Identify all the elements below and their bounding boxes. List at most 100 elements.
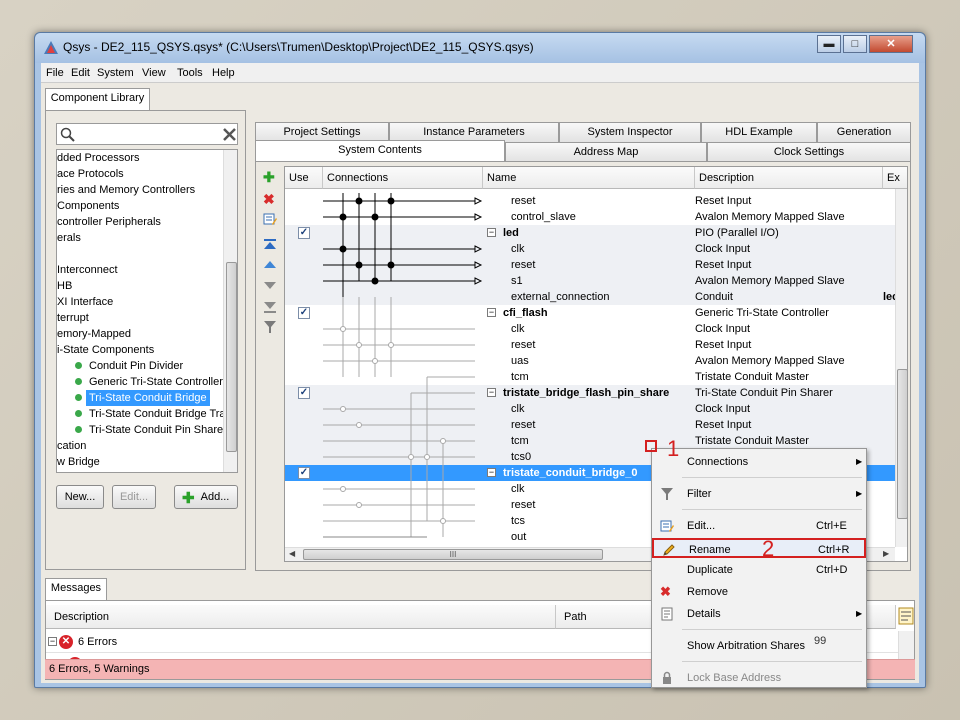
- tree-item[interactable]: emory-Mapped: [57, 326, 131, 342]
- menu-system[interactable]: System: [97, 67, 134, 79]
- connection-dot[interactable]: [388, 342, 394, 348]
- menu-help[interactable]: Help: [212, 67, 235, 79]
- move-top-icon[interactable]: [263, 238, 277, 252]
- title-bar[interactable]: Qsys - DE2_115_QSYS.qsys* (C:\Users\Trum…: [35, 33, 925, 63]
- minimize-button[interactable]: ▬: [817, 35, 841, 53]
- tab-generation[interactable]: Generation: [817, 122, 911, 142]
- tab-hdl-example[interactable]: HDL Example: [701, 122, 817, 142]
- add-icon[interactable]: ✚: [263, 170, 277, 184]
- tree-item[interactable]: i-State Components: [57, 342, 154, 358]
- collapse-icon[interactable]: −: [487, 308, 496, 317]
- connection-dot[interactable]: [424, 454, 430, 460]
- new-button[interactable]: New...: [56, 485, 104, 509]
- connection-dot[interactable]: [371, 277, 379, 285]
- maximize-button[interactable]: □: [843, 35, 867, 53]
- library-search-input[interactable]: [56, 123, 238, 145]
- edit-icon[interactable]: [263, 212, 277, 226]
- connection-dot[interactable]: [355, 261, 363, 269]
- menu-item-details[interactable]: Details ▶: [652, 604, 866, 624]
- move-bottom-icon[interactable]: [263, 300, 277, 314]
- menu-item-lock-base-address[interactable]: Lock Base Address: [652, 668, 866, 688]
- connection-dot[interactable]: [340, 486, 346, 492]
- use-checkbox[interactable]: ✓: [298, 227, 310, 239]
- scroll-left-icon[interactable]: ◀: [289, 549, 295, 558]
- connection-dot[interactable]: [387, 197, 395, 205]
- scroll-thumb[interactable]: III: [303, 549, 603, 560]
- menu-item-duplicate[interactable]: Duplicate Ctrl+D: [652, 560, 866, 580]
- connection-dot[interactable]: [408, 454, 414, 460]
- tree-item[interactable]: controller Peripherals: [57, 214, 161, 230]
- tree-item-conduit-pin-divider[interactable]: Conduit Pin Divider: [89, 358, 183, 374]
- menu-file[interactable]: File: [46, 67, 64, 79]
- collapse-icon[interactable]: −: [487, 468, 496, 477]
- tab-component-library[interactable]: Component Library: [45, 88, 150, 111]
- menu-item-show-arbitration-shares[interactable]: Show Arbitration Shares: [652, 636, 866, 656]
- menu-item-connections[interactable]: Connections ▶: [652, 452, 866, 472]
- tree-item[interactable]: ace Protocols: [57, 166, 124, 182]
- remove-icon[interactable]: ✖: [263, 192, 277, 206]
- menu-item-filter[interactable]: Filter ▶: [652, 484, 866, 504]
- connection-dot[interactable]: [340, 326, 346, 332]
- connection-dot[interactable]: [440, 518, 446, 524]
- scroll-thumb[interactable]: [226, 262, 237, 452]
- table-vscrollbar[interactable]: [895, 189, 907, 547]
- connection-dot[interactable]: [356, 342, 362, 348]
- tree-item[interactable]: XI Interface: [57, 294, 113, 310]
- collapse-icon[interactable]: −: [487, 228, 496, 237]
- column-header-export[interactable]: Ex: [883, 167, 907, 189]
- edit-component-button[interactable]: Edit...: [112, 485, 156, 509]
- tab-instance-parameters[interactable]: Instance Parameters: [389, 122, 559, 142]
- tree-item-tristate-conduit-bridge[interactable]: Tri-State Conduit Bridge: [86, 390, 210, 406]
- connection-dot[interactable]: [339, 245, 347, 253]
- move-down-icon[interactable]: [263, 278, 277, 292]
- scroll-thumb[interactable]: [897, 369, 907, 519]
- tree-item-generic-tristate-controller[interactable]: Generic Tri-State Controller: [89, 374, 223, 390]
- use-checkbox[interactable]: ✓: [298, 467, 310, 479]
- filter-icon[interactable]: [263, 320, 277, 334]
- tab-project-settings[interactable]: Project Settings: [255, 122, 389, 142]
- menu-edit[interactable]: Edit: [71, 67, 90, 79]
- connections-graph[interactable]: [323, 193, 483, 545]
- menu-item-remove[interactable]: ✖ Remove: [652, 582, 866, 602]
- menu-item-edit[interactable]: Edit... Ctrl+E: [652, 516, 866, 536]
- clear-search-icon[interactable]: [223, 128, 236, 141]
- tab-messages[interactable]: Messages: [45, 578, 107, 601]
- tree-item-tristate-conduit-pin-sharer[interactable]: Tri-State Conduit Pin Sharer: [89, 422, 227, 438]
- connection-dot[interactable]: [372, 358, 378, 364]
- close-button[interactable]: ✕: [869, 35, 913, 53]
- column-header-connections[interactable]: Connections: [323, 167, 483, 189]
- tree-item[interactable]: dded Processors: [57, 150, 140, 166]
- tab-system-inspector[interactable]: System Inspector: [559, 122, 701, 142]
- tree-item[interactable]: Interconnect: [57, 262, 118, 278]
- scroll-right-icon[interactable]: ▶: [883, 549, 889, 558]
- use-checkbox[interactable]: ✓: [298, 387, 310, 399]
- tree-item[interactable]: ries and Memory Controllers: [57, 182, 195, 198]
- connection-dot[interactable]: [356, 422, 362, 428]
- tree-item[interactable]: Components: [57, 198, 119, 214]
- tree-item[interactable]: erals: [57, 230, 81, 246]
- tab-clock-settings[interactable]: Clock Settings: [707, 142, 911, 162]
- tree-item[interactable]: w Bridge: [57, 454, 100, 470]
- column-header-name[interactable]: Name: [483, 167, 695, 189]
- tab-address-map[interactable]: Address Map: [505, 142, 707, 162]
- menu-item-rename[interactable]: Rename Ctrl+R: [652, 538, 866, 558]
- tree-item[interactable]: terrupt: [57, 310, 89, 326]
- connection-dot[interactable]: [440, 438, 446, 444]
- collapse-icon[interactable]: −: [48, 637, 57, 646]
- tree-item[interactable]: cation: [57, 438, 86, 454]
- tree-item-tristate-conduit-bridge-tra[interactable]: Tri-State Conduit Bridge Tra: [89, 406, 226, 422]
- menu-tools[interactable]: Tools: [177, 67, 203, 79]
- connection-dot[interactable]: [356, 502, 362, 508]
- connection-dot[interactable]: [387, 261, 395, 269]
- component-tree[interactable]: dded Processors ace Protocols ries and M…: [56, 149, 238, 473]
- move-up-icon[interactable]: [263, 258, 277, 272]
- use-checkbox[interactable]: ✓: [298, 307, 310, 319]
- column-header-use[interactable]: Use: [285, 167, 323, 189]
- menu-view[interactable]: View: [142, 67, 166, 79]
- connection-dot[interactable]: [355, 197, 363, 205]
- message-filter-icon[interactable]: [898, 607, 914, 625]
- connection-dot[interactable]: [371, 213, 379, 221]
- tree-item[interactable]: HB: [57, 278, 72, 294]
- tab-system-contents[interactable]: System Contents: [255, 140, 505, 162]
- collapse-icon[interactable]: −: [487, 388, 496, 397]
